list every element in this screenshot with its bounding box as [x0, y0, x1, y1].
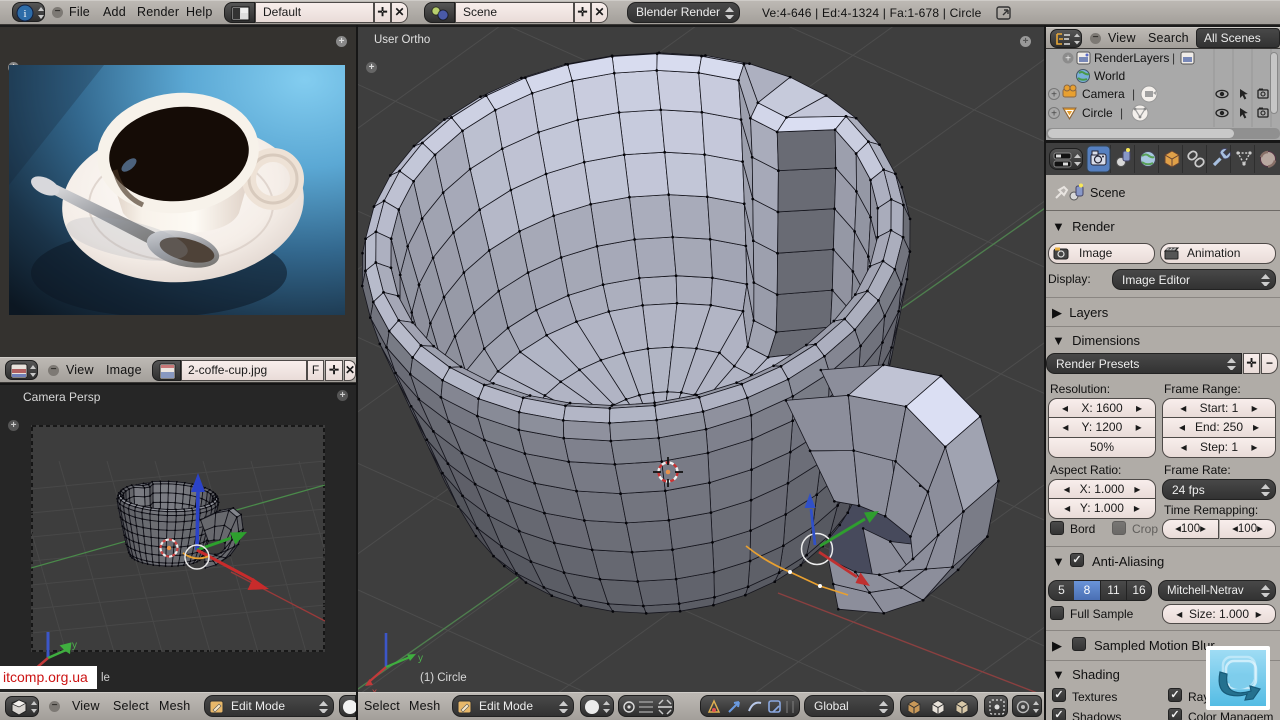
- svg-text:+: +: [1065, 54, 1071, 65]
- svg-text:Scene: Scene: [1090, 186, 1125, 200]
- svg-text:y: y: [72, 640, 77, 651]
- svg-text:i: i: [23, 8, 26, 20]
- svg-text:World: World: [1094, 69, 1125, 83]
- svg-text:Camera: Camera: [1082, 87, 1125, 101]
- svg-text:+: +: [1051, 90, 1057, 101]
- svg-text:|: |: [1120, 106, 1123, 120]
- svg-text:Circle: Circle: [1082, 106, 1113, 120]
- svg-text:|: |: [1172, 51, 1175, 65]
- svg-text:+: +: [1051, 109, 1057, 120]
- svg-text:|: |: [1132, 87, 1135, 101]
- svg-text:RenderLayers: RenderLayers: [1094, 51, 1169, 65]
- svg-text:y: y: [418, 653, 423, 664]
